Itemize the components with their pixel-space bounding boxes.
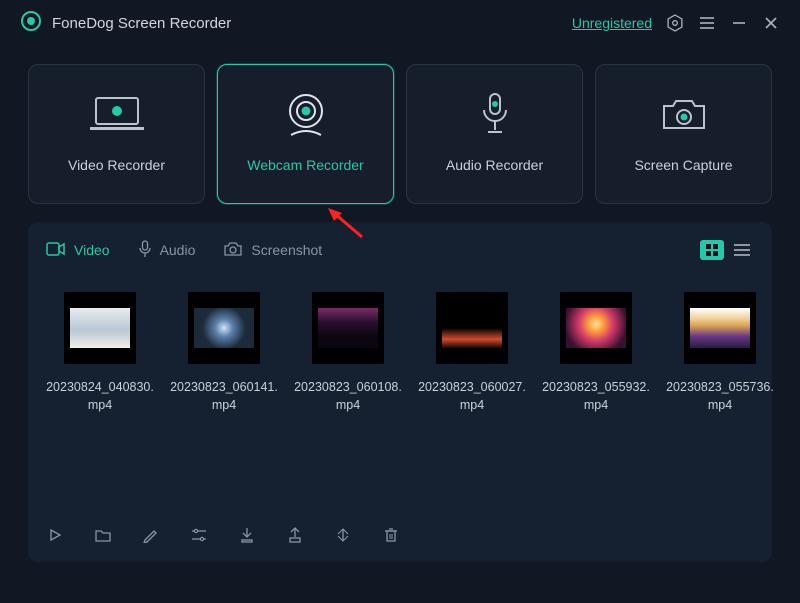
grid-view-button[interactable] xyxy=(700,240,724,260)
mode-label: Video Recorder xyxy=(68,157,165,173)
list-item[interactable]: 20230823_060141.mp4 xyxy=(170,292,278,512)
monitor-icon xyxy=(90,95,144,135)
mode-webcam-recorder[interactable]: Webcam Recorder xyxy=(217,64,394,204)
mode-cards: Video Recorder Webcam Recorder Audio Rec… xyxy=(0,48,800,222)
video-icon xyxy=(46,242,66,259)
microphone-icon xyxy=(468,95,522,135)
list-item[interactable]: 20230824_040830.mp4 xyxy=(46,292,154,512)
list-item[interactable]: 20230823_055736.mp4 xyxy=(666,292,774,512)
mode-label: Audio Recorder xyxy=(446,157,543,173)
menu-icon[interactable] xyxy=(698,14,716,32)
thumbnail xyxy=(560,292,632,364)
thumbnail xyxy=(312,292,384,364)
list-item[interactable]: 20230823_055932.mp4 xyxy=(542,292,650,512)
list-view-button[interactable] xyxy=(730,240,754,260)
adjust-button[interactable] xyxy=(190,526,208,544)
mode-label: Screen Capture xyxy=(634,157,732,173)
webcam-icon xyxy=(279,95,333,135)
microphone-small-icon xyxy=(138,240,152,261)
play-button[interactable] xyxy=(46,526,64,544)
view-toggle xyxy=(700,240,754,260)
file-name: 20230823_055736.mp4 xyxy=(666,378,774,414)
mode-screen-capture[interactable]: Screen Capture xyxy=(595,64,772,204)
tab-video[interactable]: Video xyxy=(46,242,110,259)
media-tabs: Video Audio Screenshot xyxy=(46,222,754,278)
tab-label: Audio xyxy=(160,242,196,258)
delete-button[interactable] xyxy=(382,526,400,544)
folder-button[interactable] xyxy=(94,526,112,544)
camera-icon xyxy=(657,95,711,135)
tab-audio[interactable]: Audio xyxy=(138,240,196,261)
convert-button[interactable] xyxy=(334,526,352,544)
settings-icon[interactable] xyxy=(666,14,684,32)
list-item[interactable]: 20230823_060027.mp4 xyxy=(418,292,526,512)
thumbnail xyxy=(436,292,508,364)
tab-screenshot[interactable]: Screenshot xyxy=(223,241,322,260)
thumbnail xyxy=(684,292,756,364)
camera-small-icon xyxy=(223,241,243,260)
file-name: 20230823_060141.mp4 xyxy=(170,378,278,414)
close-icon[interactable] xyxy=(762,14,780,32)
file-name: 20230823_060027.mp4 xyxy=(418,378,526,414)
file-name: 20230824_040830.mp4 xyxy=(46,378,154,414)
mode-video-recorder[interactable]: Video Recorder xyxy=(28,64,205,204)
minimize-icon[interactable] xyxy=(730,14,748,32)
mode-label: Webcam Recorder xyxy=(247,157,363,173)
tab-label: Screenshot xyxy=(251,242,322,258)
brand: FoneDog Screen Recorder xyxy=(20,10,231,37)
thumbnail xyxy=(188,292,260,364)
logo-icon xyxy=(20,10,42,37)
file-toolbar xyxy=(46,512,754,544)
registration-status-link[interactable]: Unregistered xyxy=(572,15,652,31)
thumbnail xyxy=(64,292,136,364)
tab-label: Video xyxy=(74,242,110,258)
download-button[interactable] xyxy=(238,526,256,544)
share-button[interactable] xyxy=(286,526,304,544)
file-name: 20230823_055932.mp4 xyxy=(542,378,650,414)
app-title: FoneDog Screen Recorder xyxy=(52,15,231,32)
titlebar-actions: Unregistered xyxy=(572,14,780,32)
mode-audio-recorder[interactable]: Audio Recorder xyxy=(406,64,583,204)
file-grid: 20230824_040830.mp4 20230823_060141.mp4 … xyxy=(46,278,754,512)
edit-button[interactable] xyxy=(142,526,160,544)
list-item[interactable]: 20230823_060108.mp4 xyxy=(294,292,402,512)
recordings-panel: Video Audio Screenshot xyxy=(28,222,772,562)
titlebar: FoneDog Screen Recorder Unregistered xyxy=(0,0,800,48)
file-name: 20230823_060108.mp4 xyxy=(294,378,402,414)
